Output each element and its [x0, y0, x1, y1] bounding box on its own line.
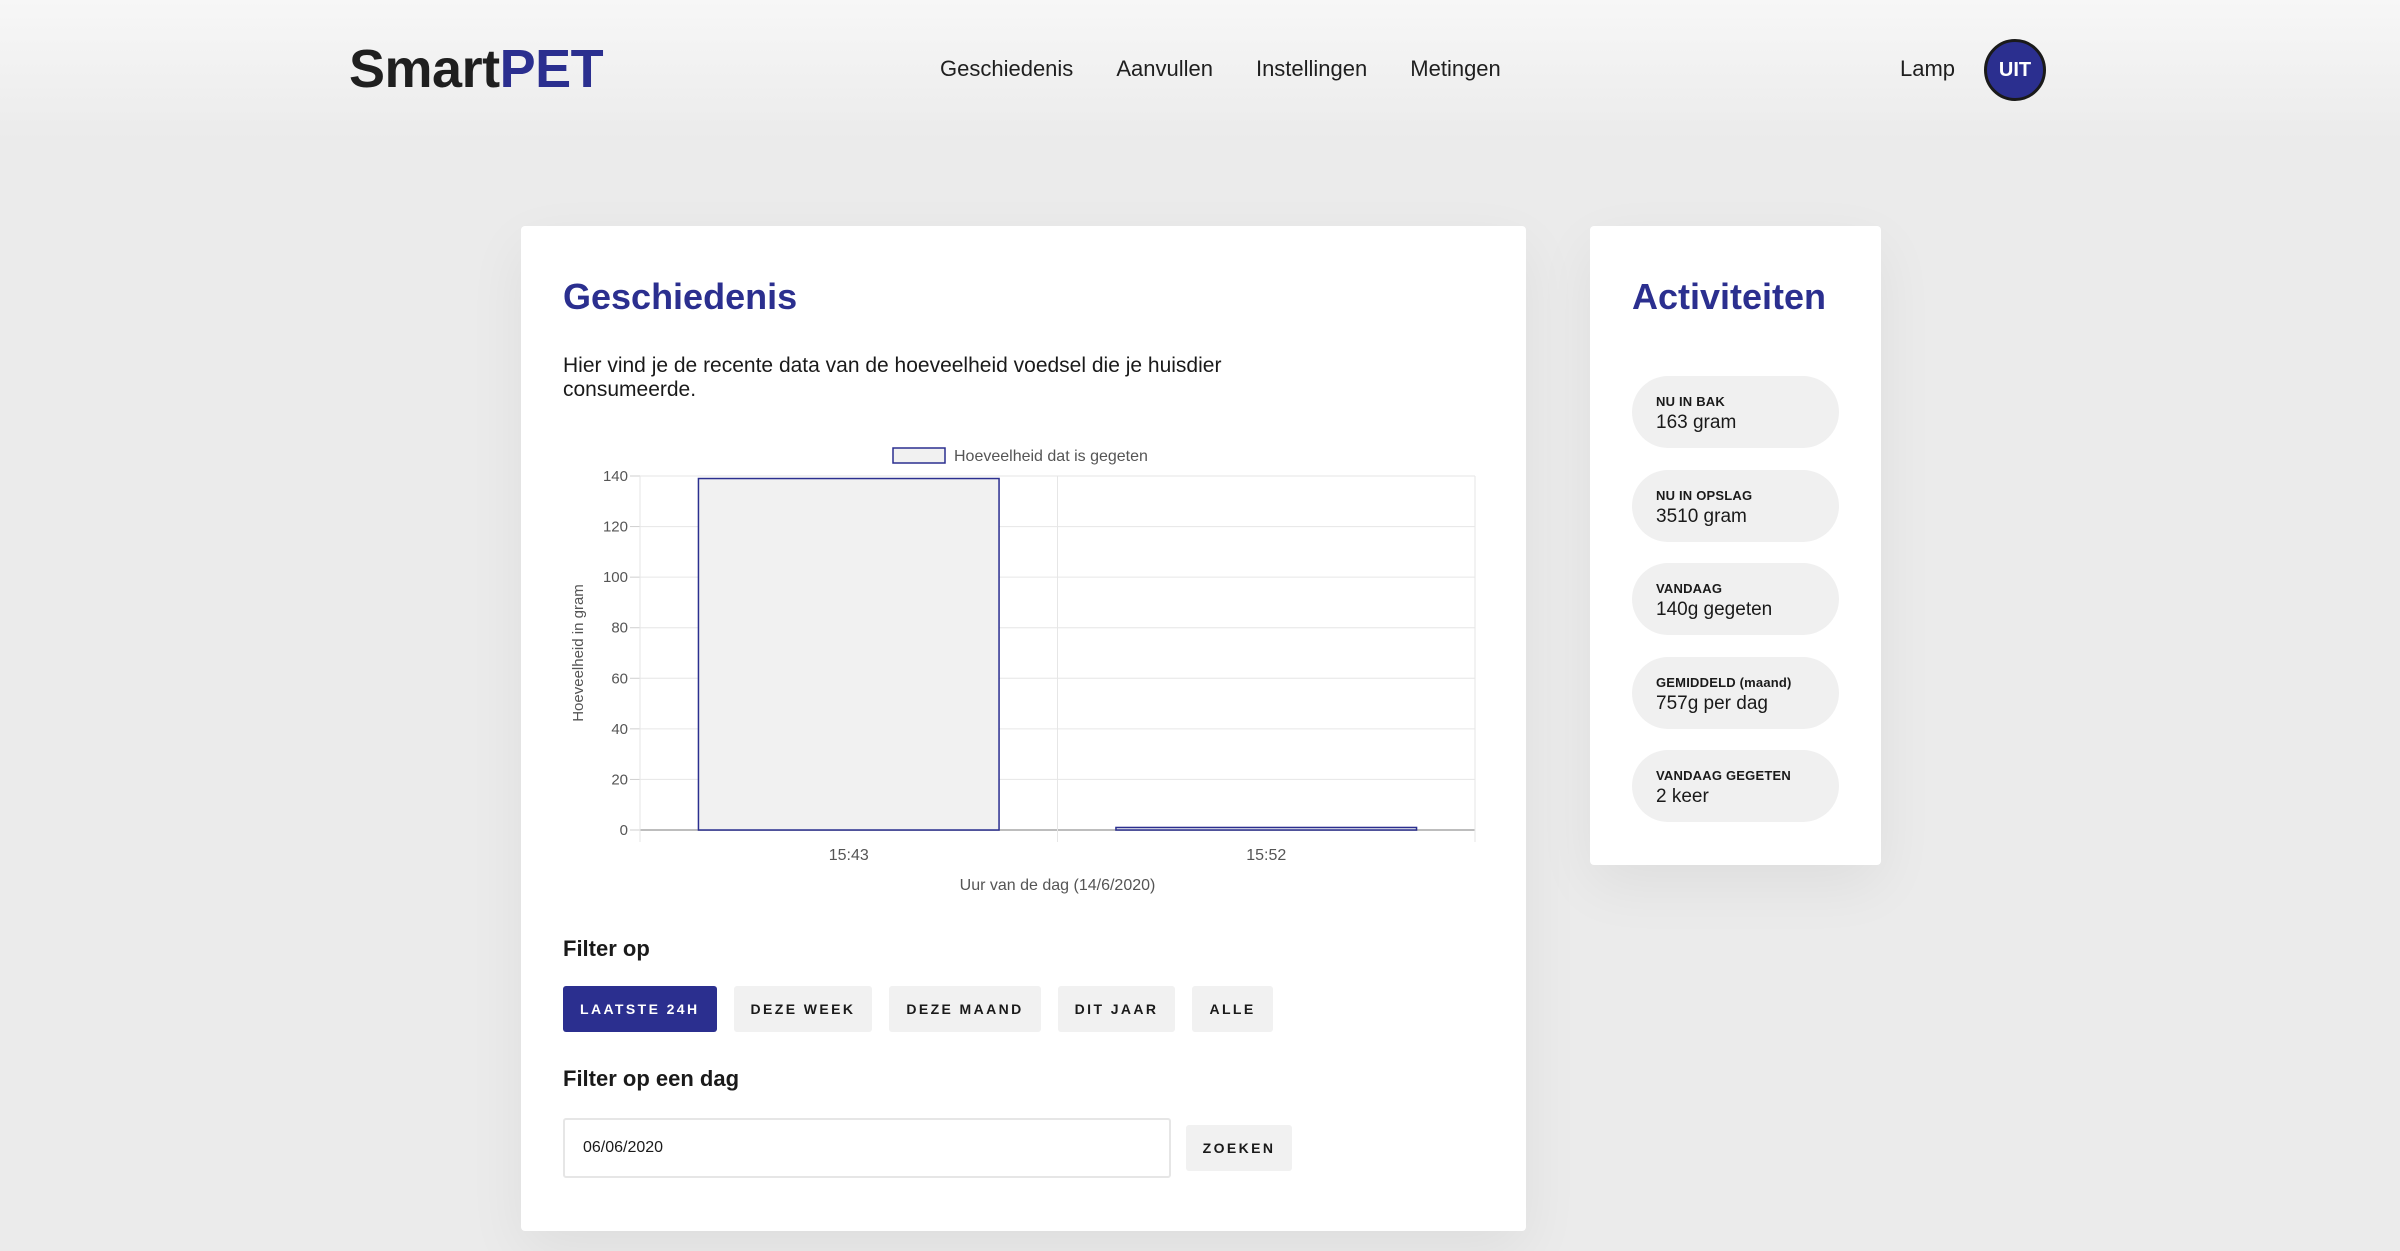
logo-text-pet: PET	[499, 39, 604, 99]
nav-geschiedenis[interactable]: Geschiedenis	[940, 56, 1073, 82]
main-nav: Geschiedenis Aanvullen Instellingen Meti…	[940, 56, 1501, 82]
search-button[interactable]: ZOEKEN	[1186, 1125, 1292, 1171]
x-axis-label: Uur van de dag (14/6/2020)	[960, 877, 1156, 894]
filter-this-month-button[interactable]: DEZE MAAND	[889, 986, 1041, 1032]
stat-value: 140g gegeten	[1656, 599, 1773, 620]
logo-text-smart: Smart	[349, 39, 500, 99]
stat-label: NU IN BAK	[1656, 394, 1725, 409]
legend-swatch	[892, 447, 946, 464]
y-tick-label: 100	[603, 569, 628, 586]
y-tick-label: 20	[611, 771, 628, 788]
stat-now-in-bowl: NU IN BAK 163 gram	[1632, 376, 1839, 448]
date-input[interactable]	[563, 1118, 1171, 1178]
stat-label: NU IN OPSLAG	[1656, 488, 1753, 503]
filter-this-week-button[interactable]: DEZE WEEK	[733, 986, 873, 1032]
nav-metingen[interactable]: Metingen	[1410, 56, 1501, 82]
filter-last-24h-button[interactable]: LAATSTE 24H	[563, 986, 717, 1032]
nav-instellingen[interactable]: Instellingen	[1256, 56, 1367, 82]
lamp-toggle-button[interactable]: UIT	[1984, 39, 2046, 101]
y-tick-label: 140	[603, 468, 628, 485]
y-tick-label: 120	[603, 519, 628, 536]
day-filter-title: Filter op een dag	[563, 1066, 740, 1091]
history-chart: 0 20 40 60 80 100 120 140 15:43 15:52 Uur van de d…	[570, 447, 1476, 894]
y-tick-label: 60	[611, 670, 628, 687]
stat-now-in-storage: NU IN OPSLAG 3510 gram	[1632, 470, 1839, 542]
y-axis-label: Hoeveelheid in gram	[570, 584, 587, 722]
activities-title: Activiteiten	[1632, 276, 1827, 317]
stat-value: 3510 gram	[1656, 506, 1747, 527]
y-tick-label: 0	[620, 822, 628, 839]
stat-average-month: GEMIDDELD (maand) 757g per dag	[1632, 657, 1839, 729]
y-tick-label: 80	[611, 620, 628, 637]
stat-value: 757g per dag	[1656, 693, 1768, 714]
stat-label: VANDAAG	[1656, 581, 1723, 596]
x-tick-label: 15:43	[829, 847, 869, 864]
activities-card: Activiteiten NU IN BAK 163 gram NU IN OP…	[1590, 226, 1881, 865]
filter-all-button[interactable]: ALLE	[1192, 986, 1273, 1032]
x-tick-label: 15:52	[1246, 847, 1286, 864]
stat-label: GEMIDDELD (maand)	[1656, 675, 1792, 690]
stat-eaten-today-count: VANDAAG GEGETEN 2 keer	[1632, 750, 1839, 822]
stat-label: VANDAAG GEGETEN	[1656, 768, 1791, 783]
lamp-label: Lamp	[1900, 56, 1956, 81]
stat-today: VANDAAG 140g gegeten	[1632, 563, 1839, 635]
legend-label: Hoeveelheid dat is gegeten	[954, 448, 1148, 465]
app-logo[interactable]: SmartPET	[349, 38, 604, 100]
y-tick-label: 40	[611, 721, 628, 738]
filter-title: Filter op	[563, 936, 650, 961]
filter-buttons: LAATSTE 24H DEZE WEEK DEZE MAAND DIT JAA…	[563, 986, 1273, 1032]
filter-this-year-button[interactable]: DIT JAAR	[1057, 986, 1176, 1032]
bar	[1115, 826, 1418, 831]
history-card: Geschiedenis Hier vind je de recente dat…	[521, 226, 1526, 1231]
stat-value: 163 gram	[1656, 412, 1737, 433]
bar	[697, 477, 1000, 831]
stat-value: 2 keer	[1656, 786, 1709, 807]
nav-aanvullen[interactable]: Aanvullen	[1116, 56, 1213, 82]
